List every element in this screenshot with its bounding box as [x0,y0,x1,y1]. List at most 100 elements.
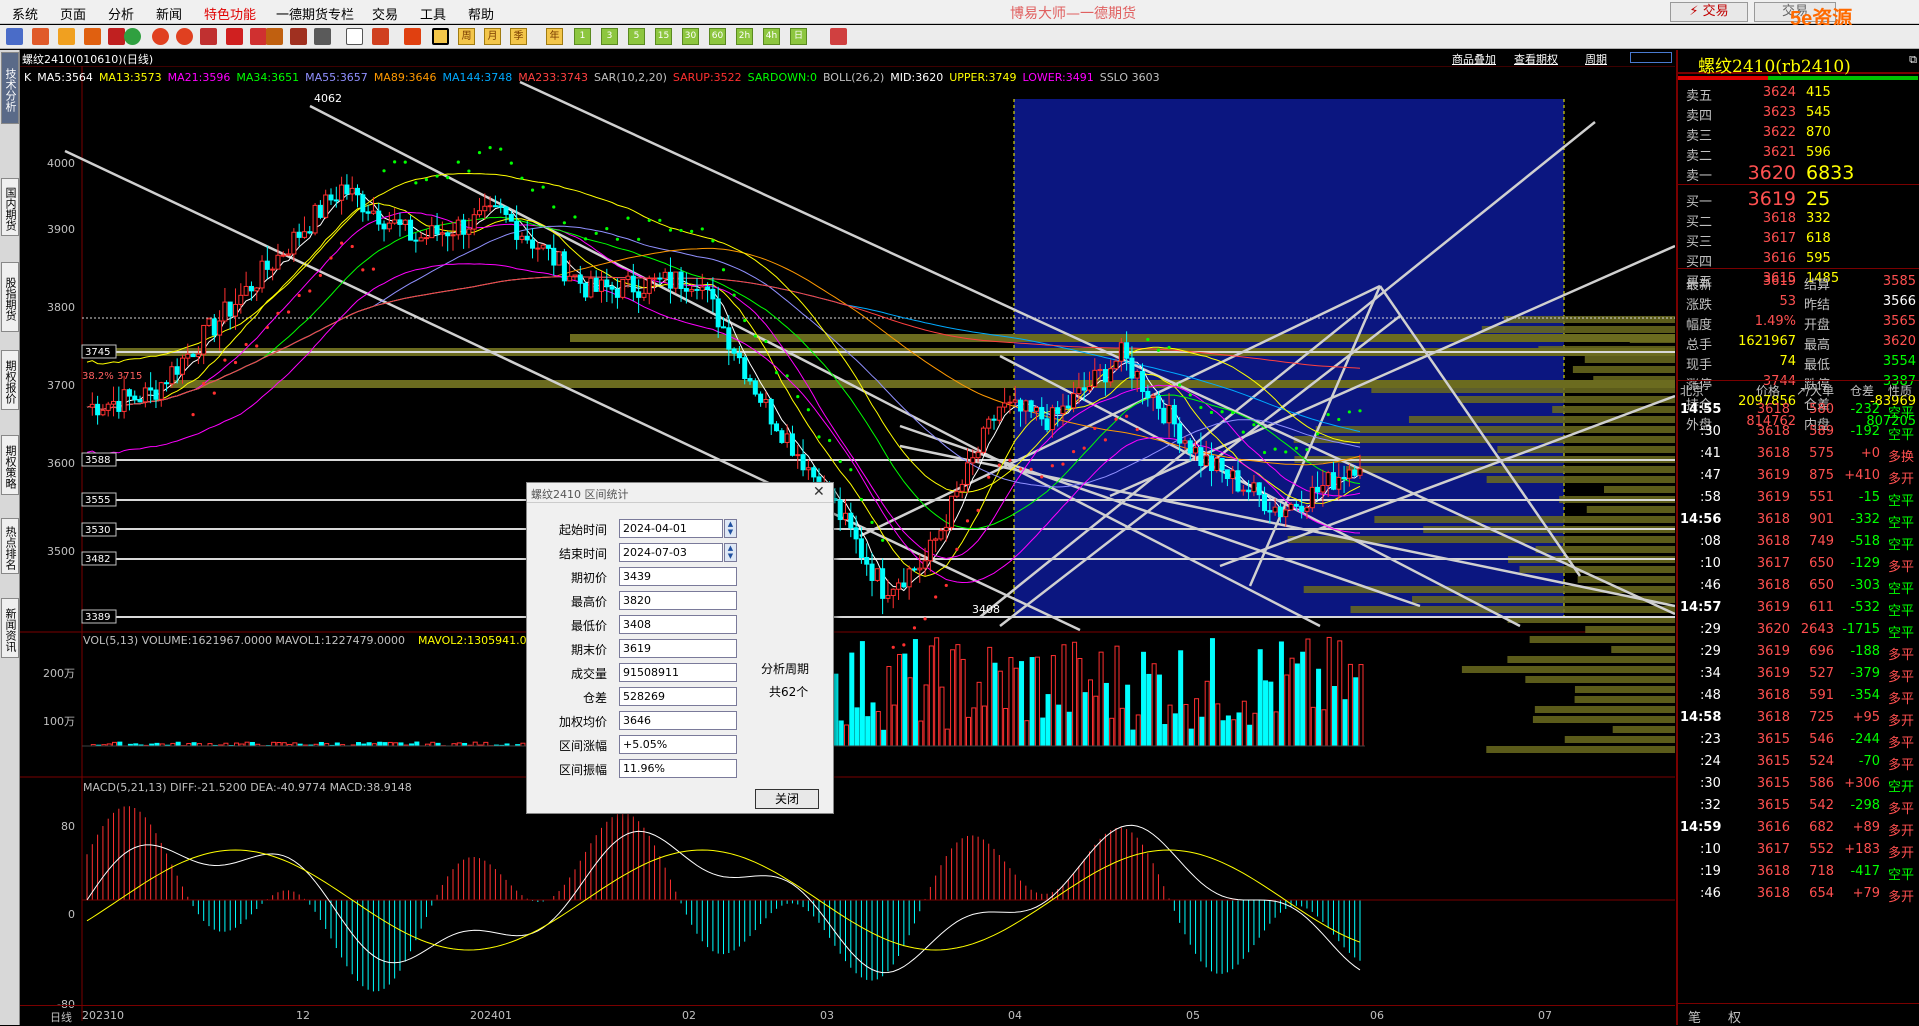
candle-body [992,419,996,420]
tab-options-strategy[interactable]: 期权策略 [1,435,19,495]
layout-icon[interactable] [1630,52,1672,63]
bid-row[interactable]: 买四 3616 595 [1678,248,1919,268]
folder-icon[interactable] [58,28,75,45]
menu-features[interactable]: 特色功能 [204,4,256,23]
tick-time: :29 [1700,622,1721,637]
kline-icon[interactable] [432,28,449,45]
tick-row[interactable]: :34 3619 527 -379 多平 [1678,663,1919,685]
table-icon[interactable] [346,28,363,45]
tab-index-futures[interactable]: 股指期货 [1,262,19,332]
ask-row[interactable]: 卖四 3623 545 [1678,102,1919,122]
menu-help[interactable]: 帮助 [468,4,494,23]
tick-row[interactable]: 14:59 3616 682 +89 多开 [1678,817,1919,839]
options-link[interactable]: 查看期权 [1514,51,1558,67]
bid-row[interactable]: 买二 3618 332 [1678,208,1919,228]
spin-button[interactable]: ▲▼ [724,519,737,538]
menu-system[interactable]: 系统 [12,4,38,23]
news-icon[interactable] [84,28,101,45]
kline-chart[interactable]: KMA5:3564MA13:3573MA21:3596MA34:3651MA55… [20,66,1675,1021]
zoom-in-icon[interactable] [152,28,169,45]
window-icon[interactable] [108,28,125,45]
tab-domestic[interactable]: 国内期货 [1,178,19,236]
period-15m[interactable]: 15 [655,28,672,45]
period-3m[interactable]: 3 [601,28,618,45]
bid-row[interactable]: 买一 3619 25 [1678,188,1919,208]
tick-row[interactable]: :10 3617 650 -129 多平 [1678,553,1919,575]
overlay-link[interactable]: 商品叠加 [1452,51,1496,67]
tick-row[interactable]: :24 3615 524 -70 多平 [1678,751,1919,773]
refresh-icon[interactable] [124,28,141,45]
ask-row[interactable]: 卖三 3622 870 [1678,122,1919,142]
pen-icon[interactable] [226,28,243,45]
period-30m[interactable]: 30 [682,28,699,45]
period-year[interactable]: 年 [546,28,563,45]
tick-row[interactable]: :41 3618 575 +0 多换 [1678,443,1919,465]
grid-icon[interactable] [830,28,847,45]
period-day[interactable]: 日 [790,28,807,45]
ask-row[interactable]: 卖五 3624 415 [1678,82,1919,102]
sar-dot [1263,451,1266,454]
tick-row[interactable]: 14:56 3618 901 -332 空平 [1678,509,1919,531]
tick-row[interactable]: :08 3618 749 -518 空平 [1678,531,1919,553]
candle-body [875,569,879,581]
start-date-field[interactable]: 2024-04-01 [619,519,723,538]
tab-news[interactable]: 新闻资讯 [1,598,19,658]
tick-row[interactable]: :48 3618 591 -354 多平 [1678,685,1919,707]
period-5m[interactable]: 5 [628,28,645,45]
tab-technical[interactable]: 技术分析 [1,52,19,124]
tick-tab[interactable]: 笔 [1688,1007,1701,1026]
period-4h[interactable]: 4h [763,28,780,45]
period-1m[interactable]: 1 [574,28,591,45]
tick-row[interactable]: :23 3615 546 -244 多平 [1678,729,1919,751]
tick-row[interactable]: 14:58 3618 725 +95 多开 [1678,707,1919,729]
period-2h[interactable]: 2h [736,28,753,45]
spin-button[interactable]: ▲▼ [724,543,737,562]
color-icon[interactable] [266,28,283,45]
tick-row[interactable]: :46 3618 650 -303 空平 [1678,575,1919,597]
tick-row[interactable]: :58 3619 551 -15 空平 [1678,487,1919,509]
tools-icon[interactable] [314,28,331,45]
period-quarter[interactable]: 季 [510,28,527,45]
tab-hot-rank[interactable]: 热点排名 [1,518,19,574]
tick-row[interactable]: :19 3618 718 -417 空平 [1678,861,1919,883]
chart-icon[interactable] [372,28,389,45]
tick-row[interactable]: 14:55 3618 580 -232 空平 [1678,399,1919,421]
tick-row[interactable]: :10 3617 552 +183 多开 [1678,839,1919,861]
zoom-out-icon[interactable] [176,28,193,45]
pin-icon[interactable] [250,28,267,45]
close-button[interactable]: 关闭 [755,789,819,809]
ask-row[interactable]: 卖一 3620 6833 [1678,162,1919,182]
ask-row[interactable]: 卖二 3621 596 [1678,142,1919,162]
tick-row[interactable]: :29 3619 696 -188 多平 [1678,641,1919,663]
chart-area[interactable]: 螺纹2410(010610)(日线) 商品叠加 查看期权 周期 KMA5:356… [20,50,1675,1025]
copy-icon[interactable] [200,28,217,45]
tick-row[interactable]: :29 3620 2643 -1715 空平 [1678,619,1919,641]
tick-row[interactable]: :30 3615 586 +306 空开 [1678,773,1919,795]
tick-row[interactable]: :47 3619 875 +410 多开 [1678,465,1919,487]
menu-analysis[interactable]: 分析 [108,4,134,23]
back-icon[interactable] [6,28,23,45]
menu-news[interactable]: 新闻 [156,4,182,23]
menu-tools[interactable]: 工具 [420,4,446,23]
expand-icon[interactable]: ⧉ [1909,53,1917,67]
period-link[interactable]: 周期 [1585,51,1607,67]
tab-options-quote[interactable]: 期权报价 [1,350,19,410]
tick-row[interactable]: :46 3618 654 +79 多开 [1678,883,1919,905]
tick-row[interactable]: :32 3615 542 -298 多平 [1678,795,1919,817]
trade-button[interactable]: ⚡ 交易 [1670,2,1748,22]
end-date-field[interactable]: 2024-07-03 [619,543,723,562]
home-icon[interactable] [32,28,49,45]
tick-icon[interactable] [404,28,421,45]
bid-row[interactable]: 买三 3617 618 [1678,228,1919,248]
tick-row[interactable]: 14:57 3619 611 -532 空平 [1678,597,1919,619]
rights-tab[interactable]: 权 [1728,1007,1741,1026]
period-month[interactable]: 月 [484,28,501,45]
period-60m[interactable]: 60 [709,28,726,45]
draw-icon[interactable] [290,28,307,45]
menu-page[interactable]: 页面 [60,4,86,23]
period-week[interactable]: 周 [458,28,475,45]
menu-column[interactable]: 一德期货专栏 [276,4,354,23]
menu-trade[interactable]: 交易 [372,4,398,23]
tick-row[interactable]: :30 3618 589 -192 空平 [1678,421,1919,443]
close-icon[interactable]: ✕ [813,484,825,500]
